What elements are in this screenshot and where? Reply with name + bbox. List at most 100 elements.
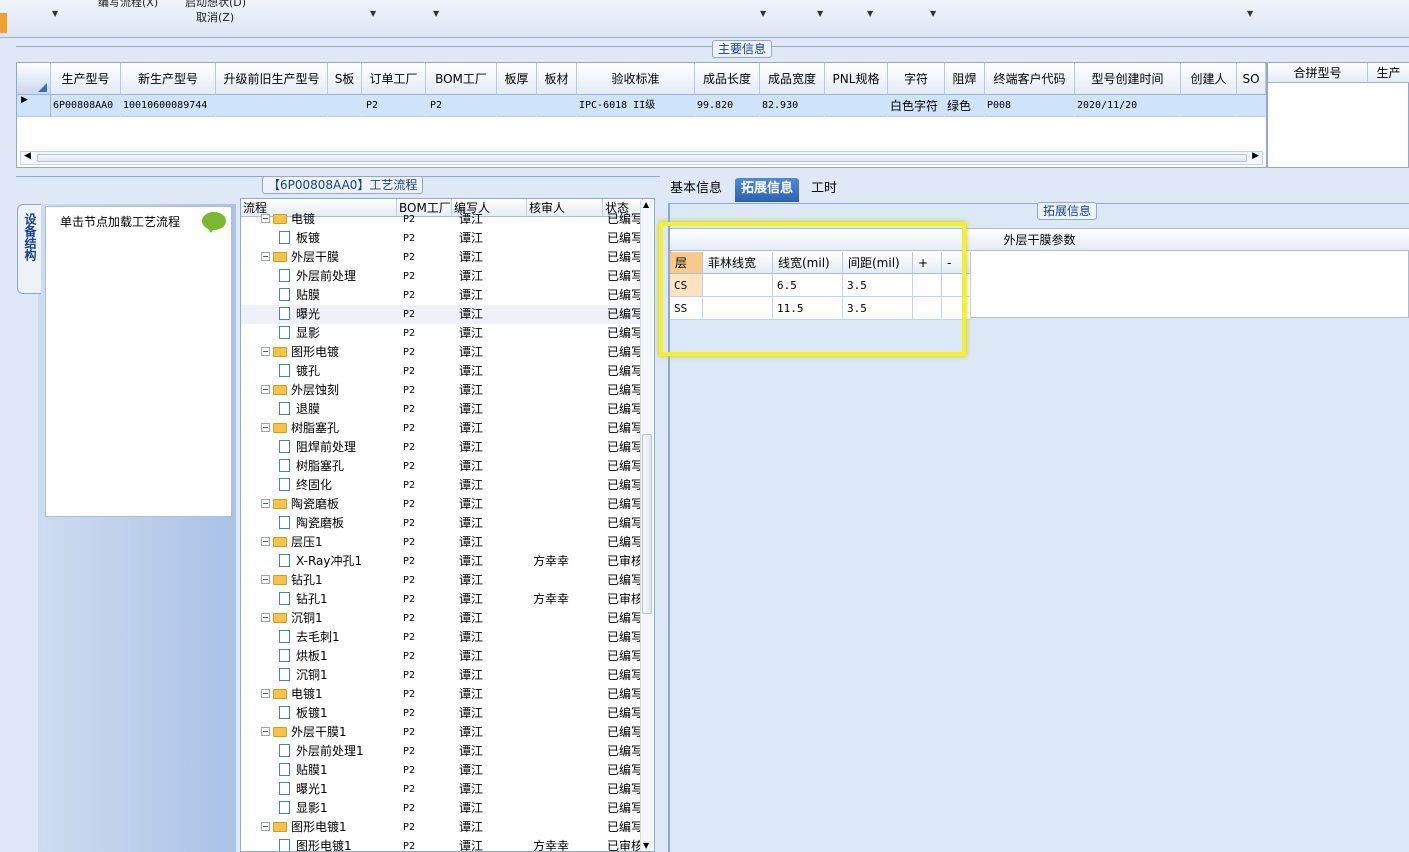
- tree-row[interactable]: 外层前处理1 P2 谭江 已编写: [241, 742, 641, 761]
- cell[interactable]: 绿色: [945, 95, 985, 117]
- col-header[interactable]: 升级前旧生产型号: [216, 63, 328, 95]
- tree-row[interactable]: − 电镀1 P2 谭江 已编写: [241, 685, 641, 704]
- tree-row[interactable]: 贴膜 P2 谭江 已编写: [241, 286, 641, 305]
- col-header[interactable]: 成品长度: [695, 63, 760, 95]
- tree-row[interactable]: 终固化 P2 谭江 已编写: [241, 476, 641, 495]
- scroll-up-icon[interactable]: ▲: [643, 200, 649, 209]
- col-header[interactable]: 终端客户代码: [985, 63, 1075, 95]
- menu-write-process[interactable]: 编写流程(X): [98, 0, 158, 10]
- scroll-thumb[interactable]: [37, 154, 1247, 162]
- tree-row[interactable]: 贴膜1 P2 谭江 已编写: [241, 761, 641, 780]
- horizontal-scrollbar[interactable]: ◀ ▶: [20, 151, 1263, 165]
- tree-row[interactable]: 钻孔1 P2 谭江 方幸幸 已审核: [241, 590, 641, 609]
- tree-node[interactable]: 钻孔1: [279, 590, 397, 609]
- tree-row[interactable]: 显影1 P2 谭江 已编写: [241, 799, 641, 818]
- col-header[interactable]: 生产: [1368, 63, 1409, 83]
- tree-node[interactable]: 板镀1: [279, 704, 397, 723]
- tree-node[interactable]: 图形电镀1: [279, 837, 397, 851]
- collapse-icon[interactable]: −: [261, 689, 270, 698]
- cell[interactable]: 10010600089744: [121, 95, 216, 117]
- tree-node[interactable]: 贴膜1: [279, 761, 397, 780]
- cell[interactable]: 6P00808AA0: [51, 95, 121, 117]
- tree-row[interactable]: X-Ray冲孔1 P2 谭江 方幸幸 已审核: [241, 552, 641, 571]
- tree-row[interactable]: 烘板1 P2 谭江 已编写: [241, 647, 641, 666]
- cell[interactable]: [537, 95, 577, 117]
- dropdown-arrow-icon[interactable]: ▼: [1247, 9, 1253, 18]
- collapse-icon[interactable]: −: [261, 347, 270, 356]
- tree-node[interactable]: 阻焊前处理: [279, 438, 397, 457]
- tree-row[interactable]: 去毛刺1 P2 谭江 已编写: [241, 628, 641, 647]
- tree-row[interactable]: 退膜 P2 谭江 已编写: [241, 400, 641, 419]
- tree-node[interactable]: 沉铜1: [279, 666, 397, 685]
- comment-bubble-icon[interactable]: [202, 212, 226, 233]
- collapse-icon[interactable]: −: [261, 575, 270, 584]
- tree-node[interactable]: − 图形电镀: [261, 343, 397, 362]
- tree-node[interactable]: − 外层干膜: [261, 248, 397, 267]
- col-header[interactable]: 字符: [888, 63, 945, 95]
- tree-row[interactable]: 板镀 P2 谭江 已编写: [241, 229, 641, 248]
- tree-row[interactable]: − 陶瓷磨板 P2 谭江 已编写: [241, 495, 641, 514]
- tree-row[interactable]: 板镀1 P2 谭江 已编写: [241, 704, 641, 723]
- tree-node[interactable]: − 电镀: [261, 210, 397, 229]
- tab-work-hours[interactable]: 工时: [805, 178, 843, 202]
- tree-node[interactable]: 曝光1: [279, 780, 397, 799]
- tree-node[interactable]: 终固化: [279, 476, 397, 495]
- dropdown-arrow-icon[interactable]: ▼: [817, 9, 823, 18]
- vertical-scrollbar[interactable]: ▲ ▼: [640, 200, 653, 850]
- col-header[interactable]: SO: [1237, 63, 1266, 95]
- tree-row[interactable]: − 外层干膜1 P2 谭江 已编写: [241, 723, 641, 742]
- tree-row[interactable]: − 外层干膜 P2 谭江 已编写: [241, 248, 641, 267]
- cell[interactable]: 白色字符: [888, 95, 945, 117]
- tree-row[interactable]: 阻焊前处理 P2 谭江 已编写: [241, 438, 641, 457]
- tree-node[interactable]: 显影1: [279, 799, 397, 818]
- col-header[interactable]: 订单工厂: [362, 63, 426, 95]
- collapse-icon[interactable]: −: [261, 499, 270, 508]
- tree-row[interactable]: − 钻孔1 P2 谭江 已编写: [241, 571, 641, 590]
- collapse-icon[interactable]: −: [261, 385, 270, 394]
- cell[interactable]: P2: [426, 95, 497, 117]
- tree-row[interactable]: 曝光 P2 谭江 已编写: [241, 305, 641, 324]
- tree-row[interactable]: 陶瓷磨板 P2 谭江 已编写: [241, 514, 641, 533]
- tree-row[interactable]: − 沉铜1 P2 谭江 已编写: [241, 609, 641, 628]
- tree-row[interactable]: 图形电镀1 P2 谭江 方幸幸 已审核: [241, 837, 641, 851]
- tree-node[interactable]: X-Ray冲孔1: [279, 552, 397, 571]
- collapse-icon[interactable]: −: [261, 613, 270, 622]
- dropdown-arrow-icon[interactable]: ▼: [930, 9, 936, 18]
- scroll-left-icon[interactable]: ◀: [24, 151, 31, 161]
- cell[interactable]: [328, 95, 362, 117]
- tree-row[interactable]: − 图形电镀1 P2 谭江 已编写: [241, 818, 641, 837]
- cell[interactable]: P008: [985, 95, 1075, 117]
- tree-node[interactable]: − 外层干膜1: [261, 723, 397, 742]
- col-header[interactable]: 型号创建时间: [1075, 63, 1181, 95]
- tree-node[interactable]: − 外层蚀刻: [261, 381, 397, 400]
- col-header[interactable]: 创建人: [1181, 63, 1237, 95]
- collapse-icon[interactable]: −: [261, 252, 270, 261]
- cell[interactable]: 99.820: [695, 95, 760, 117]
- menu-cancel[interactable]: 取消(Z): [196, 9, 234, 25]
- dropdown-arrow-icon[interactable]: ▼: [760, 9, 766, 18]
- tree-node[interactable]: 显影: [279, 324, 397, 343]
- scroll-thumb[interactable]: [642, 434, 652, 614]
- tree-node[interactable]: 烘板1: [279, 647, 397, 666]
- dropdown-arrow-icon[interactable]: ▼: [867, 9, 873, 18]
- scroll-right-icon[interactable]: ▶: [1252, 151, 1259, 161]
- cell[interactable]: [216, 95, 328, 117]
- dropdown-arrow-icon[interactable]: ▼: [370, 9, 376, 18]
- tab-extended-info[interactable]: 拓展信息: [735, 178, 800, 202]
- tree-node[interactable]: − 电镀1: [261, 685, 397, 704]
- tree-node[interactable]: − 层压1: [261, 533, 397, 552]
- col-header[interactable]: PNL规格: [825, 63, 888, 95]
- cell[interactable]: 82.930: [760, 95, 825, 117]
- tree-node[interactable]: 贴膜: [279, 286, 397, 305]
- collapse-icon[interactable]: −: [261, 727, 270, 736]
- tree-row[interactable]: − 图形电镀 P2 谭江 已编写: [241, 343, 641, 362]
- tree-row[interactable]: − 树脂塞孔 P2 谭江 已编写: [241, 419, 641, 438]
- dropdown-arrow-icon[interactable]: ▼: [433, 9, 439, 18]
- tree-node[interactable]: 镀孔: [279, 362, 397, 381]
- tree-row[interactable]: − 电镀 P2 谭江 已编写: [241, 210, 641, 229]
- tree-node[interactable]: 陶瓷磨板: [279, 514, 397, 533]
- tree-node[interactable]: 板镀: [279, 229, 397, 248]
- tab-basic-info[interactable]: 基本信息: [664, 178, 728, 202]
- cell[interactable]: IPC-6018 II级: [577, 95, 695, 117]
- cell[interactable]: P2: [362, 95, 426, 117]
